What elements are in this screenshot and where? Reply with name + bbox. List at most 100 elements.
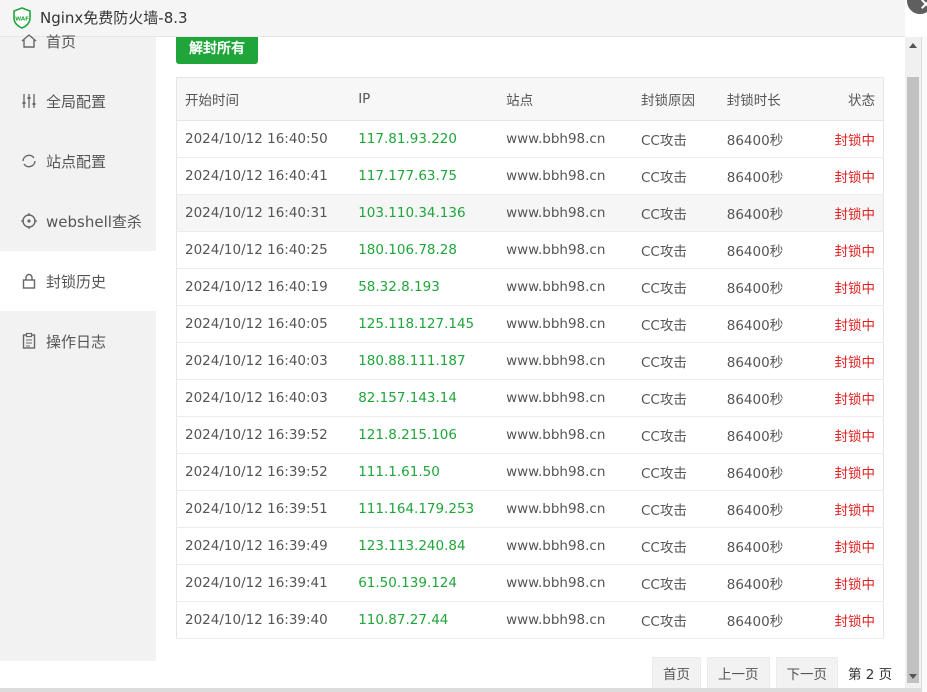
sidebar-item-block-history[interactable]: 封锁历史 [0, 251, 156, 311]
table-row: 2024/10/12 16:39:52 111.1.61.50 www.bbh98.… [176, 453, 884, 491]
cell-duration: 86400秒 [726, 527, 817, 565]
sliders-icon [20, 92, 38, 110]
next-page-button[interactable]: 下一页 [775, 657, 838, 689]
sidebar-item-label: 封锁历史 [46, 272, 107, 291]
unblock-all-button[interactable]: 解封所有 [176, 37, 258, 64]
cell-status: 封锁中 [816, 527, 884, 565]
table-row: 2024/10/12 16:39:52 121.8.215.106 www.bbh9… [176, 416, 884, 454]
cell-reason: CC攻击 [640, 305, 727, 343]
prev-page-button[interactable]: 上一页 [707, 657, 770, 689]
block-history-table: 开始时间 IP 站点 封锁原因 封锁时长 状态 2024/10/12 16:40… [176, 77, 884, 639]
cell-duration: 86400秒 [726, 416, 817, 454]
table-row: 2024/10/12 16:40:05 125.118.127.145 www.bb… [176, 305, 884, 343]
sidebar-item-global-config[interactable]: 全局配置 [0, 71, 156, 131]
cell-reason: CC攻击 [640, 564, 727, 602]
cell-site: www.bbh98.cn [506, 601, 641, 639]
sidebar-item-label: 全局配置 [46, 92, 107, 111]
sidebar-item-label: webshell查杀 [46, 212, 142, 231]
cell-site: www.bbh98.cn [506, 342, 641, 380]
table-row: 2024/10/12 16:40:41 117.177.63.75 www.bbh9… [176, 157, 884, 195]
table-row: 2024/10/12 16:40:25 180.106.78.28 www.bbh9… [176, 231, 884, 269]
cell-ip: 110.87.27.44 [358, 601, 507, 639]
column-header-reason: 封锁原因 [640, 77, 727, 121]
cell-status: 封锁中 [816, 564, 884, 602]
cell-duration: 86400秒 [726, 231, 817, 269]
cell-ip: 123.113.240.84 [358, 527, 507, 565]
cell-start-time: 2024/10/12 16:39:49 [176, 527, 359, 565]
cell-duration: 86400秒 [726, 490, 817, 528]
sidebar-item-site-config[interactable]: 站点配置 [0, 131, 156, 191]
vertical-scrollbar[interactable] [905, 37, 921, 688]
cell-start-time: 2024/10/12 16:40:31 [176, 194, 359, 232]
cell-site: www.bbh98.cn [506, 453, 641, 491]
cell-ip: 82.157.143.14 [358, 379, 507, 417]
sidebar-item-home[interactable]: 首页 [0, 11, 156, 71]
cell-start-time: 2024/10/12 16:39:52 [176, 416, 359, 454]
cell-start-time: 2024/10/12 16:40:05 [176, 305, 359, 343]
table-row: 2024/10/12 16:40:03 82.157.143.14 www.bbh9… [176, 379, 884, 417]
cell-duration: 86400秒 [726, 194, 817, 232]
cell-site: www.bbh98.cn [506, 490, 641, 528]
cell-reason: CC攻击 [640, 416, 727, 454]
cell-reason: CC攻击 [640, 231, 727, 269]
cell-ip: 125.118.127.145 [358, 305, 507, 343]
scroll-up-arrow-icon[interactable] [909, 43, 917, 48]
cell-start-time: 2024/10/12 16:39:51 [176, 490, 359, 528]
cell-ip: 117.177.63.75 [358, 157, 507, 195]
cell-ip: 180.106.78.28 [358, 231, 507, 269]
cell-site: www.bbh98.cn [506, 527, 641, 565]
table-row: 2024/10/12 16:40:50 117.81.93.220 www.bbh9… [176, 120, 884, 158]
cell-ip: 117.81.93.220 [358, 120, 507, 158]
table-row: 2024/10/12 16:39:41 61.50.139.124 www.bbh9… [176, 564, 884, 602]
cell-reason: CC攻击 [640, 379, 727, 417]
column-header-ip: IP [358, 77, 507, 121]
close-button[interactable] [905, 0, 927, 16]
cell-duration: 86400秒 [726, 157, 817, 195]
main-content: 解封所有 开始时间 IP 站点 封锁原因 封锁时长 状态 2024/10/12 … [156, 37, 905, 692]
lock-icon [20, 272, 38, 290]
cell-site: www.bbh98.cn [506, 194, 641, 232]
cell-duration: 86400秒 [726, 564, 817, 602]
cell-site: www.bbh98.cn [506, 157, 641, 195]
cell-reason: CC攻击 [640, 120, 727, 158]
cell-duration: 86400秒 [726, 601, 817, 639]
cell-status: 封锁中 [816, 231, 884, 269]
cell-status: 封锁中 [816, 305, 884, 343]
column-header-duration: 封锁时长 [726, 77, 817, 121]
cell-site: www.bbh98.cn [506, 305, 641, 343]
cell-start-time: 2024/10/12 16:40:50 [176, 120, 359, 158]
table-row: 2024/10/12 16:39:49 123.113.240.84 www.bbh… [176, 527, 884, 565]
cell-status: 封锁中 [816, 194, 884, 232]
cell-status: 封锁中 [816, 342, 884, 380]
cell-ip: 180.88.111.187 [358, 342, 507, 380]
home-icon [20, 32, 38, 50]
scroll-down-arrow-icon[interactable] [909, 674, 917, 679]
cell-duration: 86400秒 [726, 120, 817, 158]
sidebar-item-operation-log[interactable]: 操作日志 [0, 311, 156, 371]
scroll-thumb[interactable] [907, 77, 919, 683]
sidebar-item-label: 站点配置 [46, 152, 107, 171]
table-row: 2024/10/12 16:40:31 103.110.34.136 www.bbh… [176, 194, 884, 232]
cell-status: 封锁中 [816, 490, 884, 528]
current-page-label: 第 2 页 [848, 667, 893, 683]
cell-ip: 61.50.139.124 [358, 564, 507, 602]
cell-duration: 86400秒 [726, 342, 817, 380]
refresh-icon [20, 152, 38, 170]
cell-start-time: 2024/10/12 16:40:03 [176, 379, 359, 417]
table-row: 2024/10/12 16:39:40 110.87.27.44 www.bbh98… [176, 601, 884, 639]
cell-site: www.bbh98.cn [506, 379, 641, 417]
cell-status: 封锁中 [816, 379, 884, 417]
cell-ip: 103.110.34.136 [358, 194, 507, 232]
table-row: 2024/10/12 16:40:03 180.88.111.187 www.bbh… [176, 342, 884, 380]
cell-ip: 58.32.8.193 [358, 268, 507, 306]
table-row: 2024/10/12 16:39:51 111.164.179.253 www.bb… [176, 490, 884, 528]
cell-site: www.bbh98.cn [506, 416, 641, 454]
sidebar-item-webshell[interactable]: webshell查杀 [0, 191, 156, 251]
first-page-button[interactable]: 首页 [652, 657, 701, 689]
table-header-row: 开始时间 IP 站点 封锁原因 封锁时长 状态 [176, 77, 884, 121]
cell-ip: 111.164.179.253 [358, 490, 507, 528]
cell-status: 封锁中 [816, 416, 884, 454]
cell-reason: CC攻击 [640, 157, 727, 195]
cell-reason: CC攻击 [640, 490, 727, 528]
cell-reason: CC攻击 [640, 601, 727, 639]
